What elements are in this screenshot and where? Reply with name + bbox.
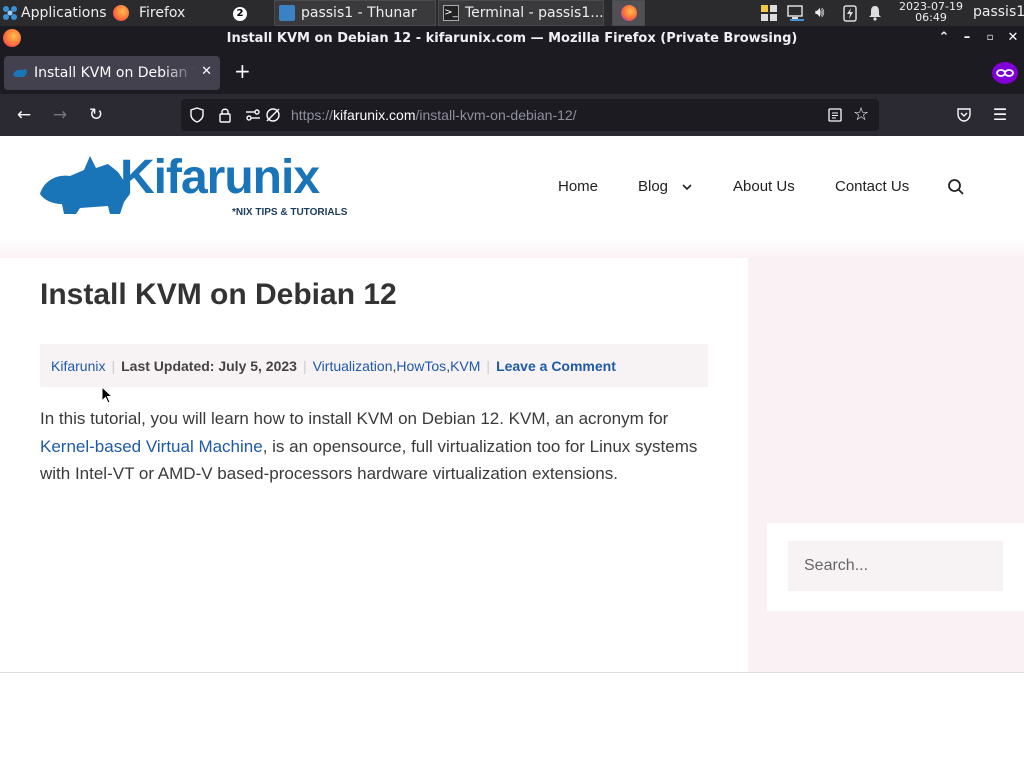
lock-icon[interactable]: [218, 107, 232, 123]
url-path: /install-kvm-on-debian-12/: [415, 107, 577, 123]
applications-menu-label: Applications: [21, 5, 107, 21]
meta-separator: |: [302, 357, 307, 374]
logo-text: Kifarunix: [120, 151, 320, 204]
site-logo[interactable]: Kifarunix *NIX TIPS & TUTORIALS: [40, 151, 347, 220]
tab-label: Install KVM on Debian 12: [34, 65, 196, 81]
url-text[interactable]: https://kifarunix.com/install-kvm-on-deb…: [291, 99, 577, 131]
pocket-icon[interactable]: [956, 107, 972, 123]
leave-comment-link[interactable]: Leave a Comment: [496, 358, 616, 374]
taskbar-terminal[interactable]: >_ Terminal - passis1...: [438, 0, 604, 26]
post-intro-paragraph: In this tutorial, you will learn how to …: [40, 405, 708, 488]
terminal-icon: >_: [443, 5, 459, 21]
mouse-cursor-icon: [101, 386, 113, 404]
category-kvm[interactable]: KVM: [450, 358, 480, 374]
taskbar-terminal-label: Terminal - passis1...: [465, 5, 604, 21]
applications-menu-button[interactable]: Applications ⁝: [2, 0, 110, 26]
window-close-icon[interactable]: ✕: [1005, 30, 1021, 46]
user-menu[interactable]: passis1: [973, 4, 1024, 20]
tab-strip: Install KVM on Debian 12 ✕ +: [0, 50, 1024, 94]
post-body-intro: In this tutorial, you will learn how to …: [40, 409, 669, 428]
network-icon[interactable]: [786, 4, 806, 22]
kifarunix-favicon-icon: [13, 69, 27, 77]
notification-bell-icon[interactable]: [868, 5, 882, 21]
reload-icon[interactable]: ↻: [86, 105, 106, 125]
meta-separator: |: [486, 357, 491, 374]
firefox-icon: [113, 5, 129, 21]
sidebar-search-input[interactable]: Search...: [788, 541, 1003, 591]
bookmark-star-icon[interactable]: ☆: [853, 104, 869, 125]
clock-time: 06:49: [915, 11, 947, 24]
window-maximize-icon[interactable]: ▫: [982, 30, 998, 46]
menu-blog[interactable]: Blog: [638, 178, 692, 195]
web-page: Kifarunix *NIX TIPS & TUTORIALS Home Blo…: [0, 136, 1024, 768]
url-bar[interactable]: https://kifarunix.com/install-kvm-on-deb…: [181, 99, 879, 131]
permissions-icon[interactable]: [245, 107, 261, 123]
task-count-badge: 2: [233, 7, 247, 21]
window-titlebar: Install KVM on Debian 12 - kifarunix.com…: [0, 26, 1024, 50]
menu-contact-us[interactable]: Contact Us: [835, 178, 909, 195]
rhino-logo-icon: [40, 156, 130, 214]
hamburger-menu-icon[interactable]: ☰: [990, 105, 1010, 125]
private-mask-icon: [996, 69, 1014, 77]
volume-icon[interactable]: 🔊︎: [815, 3, 824, 21]
article: Install KVM on Debian 12 Kifarunix | Las…: [0, 258, 748, 672]
window-shade-icon[interactable]: ⌃: [936, 30, 952, 46]
navigation-toolbar: ← → ↻ https://kifarunix.com/install-kvm-…: [0, 94, 1024, 136]
tracking-protection-shield-icon[interactable]: [189, 107, 205, 123]
folder-icon: [279, 5, 295, 21]
autoplay-blocked-icon[interactable]: [265, 107, 281, 123]
private-browsing-icon: [992, 62, 1018, 84]
category-virtualization[interactable]: Virtualization: [313, 358, 393, 374]
new-tab-icon[interactable]: +: [234, 61, 251, 81]
taskbar-firefox-label: Firefox: [139, 5, 186, 21]
back-icon[interactable]: ←: [14, 105, 34, 125]
post-author-link[interactable]: Kifarunix: [51, 358, 105, 374]
window-minimize-icon[interactable]: –: [959, 30, 975, 46]
taskbar-thunar[interactable]: passis1 - Thunar: [274, 0, 436, 26]
applications-menu-icon: [3, 6, 17, 20]
post-last-updated: Last Updated: July 5, 2023: [121, 357, 297, 374]
meta-separator: |: [111, 357, 116, 374]
taskbar-thunar-label: passis1 - Thunar: [301, 5, 417, 21]
desktop-panel: Applications ⁝ 2 Firefox passis1 - Thuna…: [0, 0, 1024, 26]
post-title: Install KVM on Debian 12: [40, 278, 397, 311]
post-meta: Kifarunix | Last Updated: July 5, 2023 |…: [40, 344, 708, 387]
footer-divider: [0, 672, 1024, 673]
kvm-wiki-link[interactable]: Kernel-based Virtual Machine: [40, 437, 263, 456]
category-howtos[interactable]: HowTos: [396, 358, 446, 374]
chevron-down-icon: [682, 184, 692, 191]
menu-home[interactable]: Home: [558, 178, 598, 195]
tab-install-kvm[interactable]: Install KVM on Debian 12 ✕: [4, 56, 220, 90]
url-host: kifarunix.com: [333, 107, 416, 123]
workspace-switcher-icon[interactable]: [760, 4, 778, 22]
search-icon[interactable]: [947, 178, 965, 196]
battery-icon[interactable]: [843, 4, 857, 22]
firefox-window-icon: [3, 29, 21, 47]
forward-icon[interactable]: →: [50, 105, 70, 125]
url-scheme: https://: [291, 107, 334, 123]
clock[interactable]: 2023-07-19 06:49: [896, 1, 966, 23]
site-header: Kifarunix *NIX TIPS & TUTORIALS Home Blo…: [0, 136, 1024, 240]
header-divider: [0, 240, 1024, 258]
firefox-private-icon: [620, 5, 637, 21]
logo-tagline: *NIX TIPS & TUTORIALS: [232, 207, 348, 218]
taskbar-firefox-active[interactable]: [612, 0, 645, 26]
taskbar-firefox-group[interactable]: 2 Firefox: [113, 0, 273, 26]
menu-blog-label: Blog: [638, 178, 669, 195]
window-title: Install KVM on Debian 12 - kifarunix.com…: [226, 30, 798, 46]
reader-view-icon[interactable]: [828, 108, 842, 122]
tab-close-icon[interactable]: ✕: [201, 64, 212, 79]
sidebar-search-widget: Search...: [767, 523, 1024, 611]
menu-about-us[interactable]: About Us: [733, 178, 795, 195]
